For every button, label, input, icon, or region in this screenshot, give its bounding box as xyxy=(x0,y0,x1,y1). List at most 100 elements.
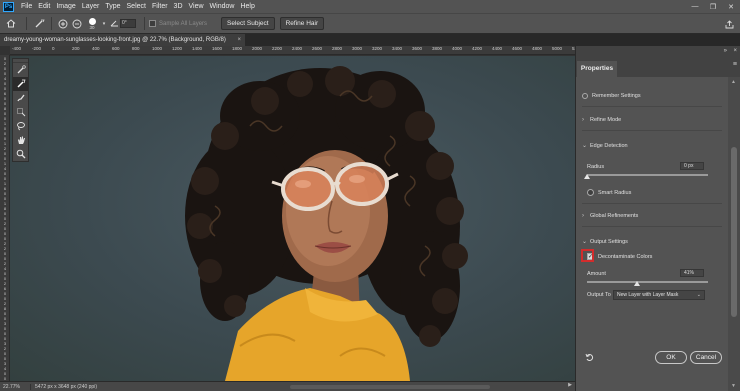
status-bar: 22.77% 5472 px x 3648 px (240 ppi) ▶ xyxy=(0,381,575,391)
amount-slider-track[interactable] xyxy=(587,281,708,283)
toolbox xyxy=(12,58,29,162)
document-canvas[interactable] xyxy=(10,56,575,381)
photo-woman-with-sunglasses xyxy=(185,66,468,381)
output-to-label: Output To xyxy=(587,292,611,298)
object-selection-tool-icon[interactable] xyxy=(13,105,28,119)
separator xyxy=(51,17,52,30)
menu-help[interactable]: Help xyxy=(237,0,257,13)
cancel-button[interactable]: Cancel xyxy=(690,351,722,364)
add-to-selection-icon[interactable] xyxy=(56,16,70,32)
vertical-ruler: 0200400600800100012001400160018002000220… xyxy=(0,55,10,381)
ruler-tick-label: 3400 xyxy=(392,46,403,51)
close-icon[interactable]: ✕ xyxy=(722,0,740,13)
home-icon[interactable] xyxy=(0,16,22,32)
global-refinements-section[interactable]: › Global Refinements xyxy=(582,213,638,219)
menu-view[interactable]: View xyxy=(186,0,207,13)
close-tab-icon[interactable]: × xyxy=(237,34,241,46)
menu-type[interactable]: Type xyxy=(102,0,123,13)
refine-hair-button[interactable]: Refine Hair xyxy=(279,17,325,30)
smart-radius-checkbox[interactable] xyxy=(587,189,594,196)
angle-field[interactable]: 0° xyxy=(120,19,136,28)
amount-slider-thumb[interactable] xyxy=(633,281,640,286)
hand-tool-icon[interactable] xyxy=(13,133,28,147)
edge-detection-section[interactable]: ⌄ Edge Detection xyxy=(582,142,628,150)
output-to-value: New Layer with Layer Mask xyxy=(617,292,679,298)
chevron-down-icon[interactable]: ▾ xyxy=(100,16,108,32)
chevron-right-icon: › xyxy=(582,117,584,123)
horizontal-ruler: -400 -200 0 200 400 600 800 1000 1200 1400 1600 180… xyxy=(10,46,575,55)
amount-value-field[interactable]: 41% xyxy=(680,269,704,277)
ruler-tick-label: 4800 xyxy=(532,46,543,51)
radius-value-field[interactable]: 0 px xyxy=(680,162,704,170)
minimize-icon[interactable]: — xyxy=(686,0,704,13)
remember-settings-option[interactable]: Remember Settings xyxy=(582,93,641,99)
refine-mode-label: Refine Mode xyxy=(590,117,622,123)
window-controls: — ❐ ✕ xyxy=(686,0,740,13)
ruler-tick-label: 400 xyxy=(92,46,100,51)
quick-selection-tool-icon[interactable] xyxy=(13,63,28,77)
subtract-from-selection-icon[interactable] xyxy=(70,16,84,32)
menu-3d[interactable]: 3D xyxy=(171,0,186,13)
smart-radius-option[interactable]: Smart Radius xyxy=(587,189,631,196)
decontaminate-colors-option[interactable]: ✓ Decontaminate Colors xyxy=(587,253,652,260)
scrollbar-thumb[interactable] xyxy=(731,147,737,317)
zoom-tool-icon[interactable] xyxy=(13,147,28,161)
output-to-select[interactable]: New Layer with Layer Mask ⌄ xyxy=(613,290,705,300)
options-bar: 30 ▾ 0° Sample All Layers Select Subject… xyxy=(0,13,740,34)
scroll-down-icon[interactable]: ▼ xyxy=(731,383,736,389)
ruler-tick-label: 1200 xyxy=(172,46,183,51)
menu-bar: Ps File Edit Image Layer Type Select Fil… xyxy=(0,0,740,13)
menu-filter[interactable]: Filter xyxy=(149,0,171,13)
ruler-tick-label: 2800 xyxy=(332,46,343,51)
ruler-tick-label: 3600 xyxy=(412,46,423,51)
remember-settings-radio[interactable] xyxy=(582,93,588,99)
zoom-level[interactable]: 22.77% xyxy=(0,384,30,390)
output-settings-section[interactable]: ⌄ Output Settings xyxy=(582,238,628,246)
refine-edge-brush-tool-icon[interactable] xyxy=(13,77,28,91)
ruler-tick-label: 200 xyxy=(72,46,80,51)
ruler-tick-label: 5000 xyxy=(552,46,563,51)
sample-all-layers-option[interactable]: Sample All Layers xyxy=(149,20,207,27)
brush-tool-icon[interactable] xyxy=(13,91,28,105)
menu-edit[interactable]: Edit xyxy=(35,0,53,13)
menu-window[interactable]: Window xyxy=(207,0,238,13)
ruler-tick-label: 3200 xyxy=(372,46,383,51)
collapse-panel-icon[interactable]: » xyxy=(724,46,727,57)
tab-properties[interactable]: Properties xyxy=(577,61,617,77)
refine-edge-brush-icon[interactable] xyxy=(31,16,47,32)
scroll-right-icon[interactable]: ▶ xyxy=(568,382,572,388)
document-tab[interactable]: dreamy-young-woman-sunglasses-looking-fr… xyxy=(0,34,245,46)
panel-menu-icon[interactable]: ≡ xyxy=(733,61,737,68)
menu-file[interactable]: File xyxy=(18,0,35,13)
share-icon[interactable] xyxy=(722,16,736,32)
brush-size-picker[interactable]: 30 xyxy=(84,16,100,32)
ruler-tick-label: 2600 xyxy=(312,46,323,51)
ruler-tick-label: 2200 xyxy=(272,46,283,51)
ok-button[interactable]: OK xyxy=(655,351,687,364)
scroll-up-icon[interactable]: ▲ xyxy=(731,79,736,85)
panel-tab-bar: Properties ≡ xyxy=(576,57,740,77)
ruler-tick-label: 1800 xyxy=(232,46,243,51)
reset-icon[interactable] xyxy=(585,353,594,364)
menu-layer[interactable]: Layer xyxy=(79,0,103,13)
radius-slider-thumb[interactable] xyxy=(584,174,590,179)
menu-select[interactable]: Select xyxy=(124,0,149,13)
document-info[interactable]: 5472 px x 3648 px (240 ppi) xyxy=(30,383,100,390)
separator xyxy=(26,17,27,30)
menu-image[interactable]: Image xyxy=(53,0,78,13)
separator xyxy=(144,17,145,30)
panel-close-icon[interactable]: × xyxy=(733,46,737,57)
restore-icon[interactable]: ❐ xyxy=(704,0,722,13)
amount-label: Amount xyxy=(587,271,606,277)
refine-mode-section[interactable]: › Refine Mode xyxy=(582,117,621,123)
panel-vertical-scrollbar[interactable]: ▲ ▼ xyxy=(728,77,740,391)
sample-all-layers-checkbox[interactable] xyxy=(149,20,156,27)
document-tab-bar: dreamy-young-woman-sunglasses-looking-fr… xyxy=(0,34,740,46)
select-subject-button[interactable]: Select Subject xyxy=(221,17,275,30)
horizontal-scrollbar[interactable] xyxy=(290,385,490,389)
radius-slider-track[interactable] xyxy=(587,174,708,176)
lasso-tool-icon[interactable] xyxy=(13,119,28,133)
ruler-tick-label: 4400 xyxy=(492,46,503,51)
panel-header-strip: » × xyxy=(576,46,740,57)
ruler-tick-label: 3800 xyxy=(432,46,443,51)
